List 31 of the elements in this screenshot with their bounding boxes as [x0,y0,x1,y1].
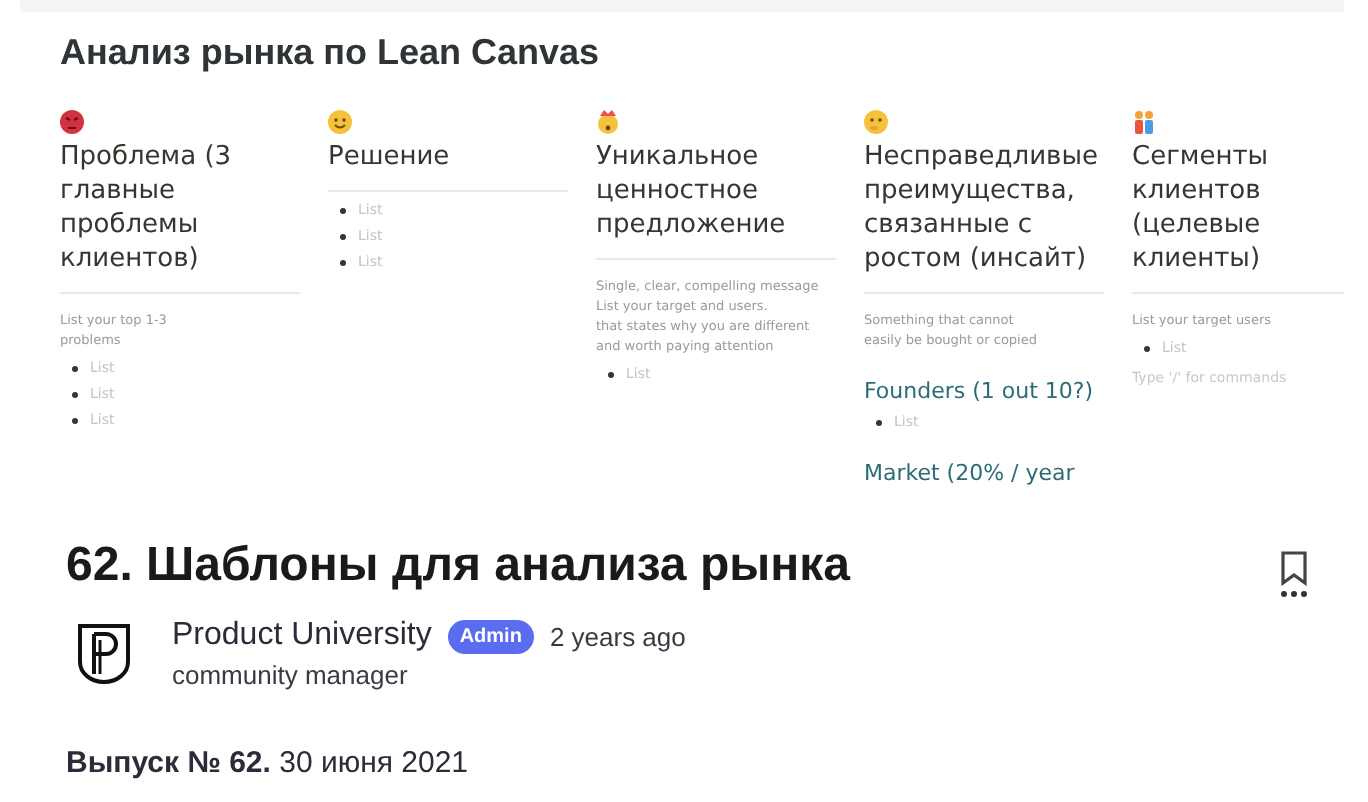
canvas-title: Анализ рынка по Lean Canvas [60,32,602,74]
bullet-icon [1144,345,1150,351]
post-title: 62. Шаблоны для анализа рынка [66,538,850,594]
more-icon[interactable] [1280,590,1308,598]
bullet-icon [72,417,78,423]
bullet-icon [340,207,346,213]
issue-line: Выпуск № 62. 30 июня 2021 [66,746,471,780]
post-time: 2 years ago [549,621,686,651]
bullet-icon [72,365,78,371]
bookmark-icon[interactable] [1280,550,1308,586]
column-heading: Сегменты клиентов (целевые клиенты) [1132,140,1344,294]
smiley-icon [328,110,352,134]
bullet-icon [72,391,78,397]
logo-icon [76,622,132,686]
admin-badge: Admin [447,619,534,653]
author-role: community manager [172,660,410,690]
people-icon [1132,110,1156,134]
exploding-head-icon [596,110,620,134]
bullet-icon [340,259,346,265]
column-heading: Уникальное ценностное предложение [596,140,836,260]
thinking-face-icon [864,110,888,134]
section-heading: Market (20% / year [864,460,1075,486]
bullet-icon [876,419,882,425]
section-heading: Founders (1 out 10?) [864,378,1094,404]
column-heading: Решение [328,140,568,192]
bullet-icon [340,233,346,239]
column-heading: Несправедливые преимущества, связанные с ростом (инсайт) [864,140,1104,294]
column-heading: Проблема (3 главные проблемы клиентов) [60,140,300,294]
bullet-icon [608,371,614,377]
author-name[interactable]: Product University [172,618,432,654]
angry-face-icon [60,110,84,134]
